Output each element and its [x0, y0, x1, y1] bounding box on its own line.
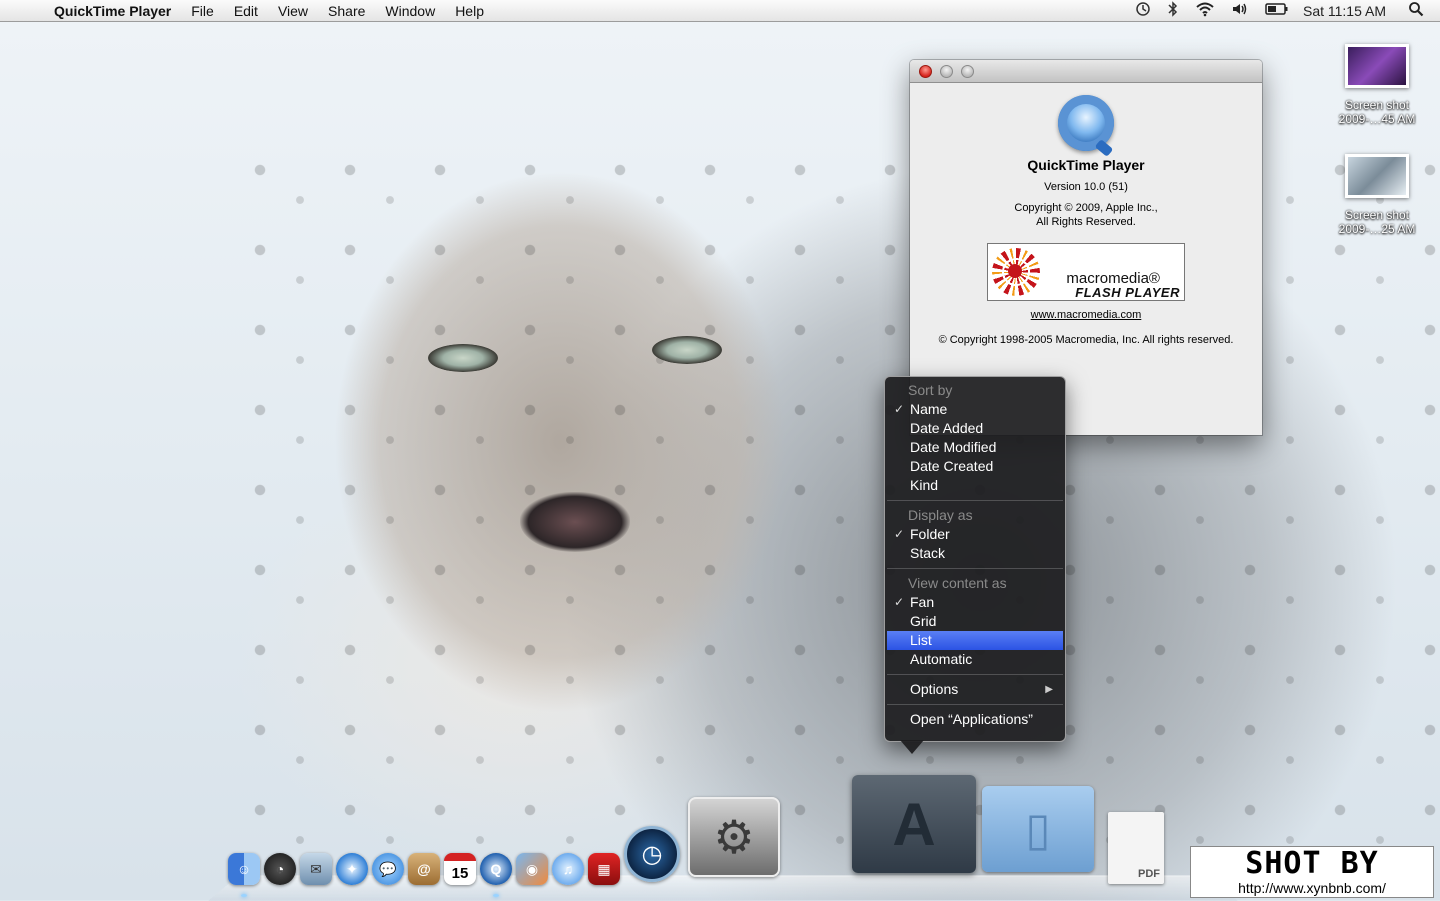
menu-separator — [887, 704, 1063, 705]
sort-name[interactable]: Name — [887, 400, 1063, 419]
sort-date-added[interactable]: Date Added — [887, 419, 1063, 438]
menu-help[interactable]: Help — [445, 0, 494, 22]
menu-separator — [887, 674, 1063, 675]
system-preferences-icon[interactable]: ⚙ — [688, 797, 780, 877]
finder-icon[interactable]: ☺ — [228, 853, 260, 885]
menu-separator — [887, 568, 1063, 569]
menubar-clock[interactable]: Sat 11:15 AM — [1297, 3, 1400, 19]
app-menu[interactable]: QuickTime Player — [46, 3, 181, 19]
time-machine-icon[interactable] — [1127, 1, 1159, 20]
view-fan[interactable]: Fan — [887, 593, 1063, 612]
watermark-title: SHOT BY — [1245, 846, 1379, 881]
sort-kind[interactable]: Kind — [887, 476, 1063, 495]
desktop-file-screenshot-2[interactable]: Screen shot 2009-…25 AM — [1322, 154, 1432, 236]
mail-icon[interactable]: ✉ — [300, 853, 332, 885]
sort-by-header: Sort by — [908, 382, 953, 398]
view-automatic[interactable]: Automatic — [887, 650, 1063, 669]
dashboard-icon[interactable]: ◔ — [264, 853, 296, 885]
screenshot-thumbnail-icon — [1345, 154, 1409, 198]
ical-icon[interactable]: 15 — [444, 853, 476, 885]
open-applications[interactable]: Open “Applications” — [887, 710, 1063, 729]
desktop-file-label: Screen shot 2009-…45 AM — [1338, 98, 1416, 126]
ichat-icon[interactable]: 💬 — [372, 853, 404, 885]
safari-icon[interactable]: ✦ — [336, 853, 368, 885]
flash-burst-center — [1008, 264, 1022, 278]
bluetooth-icon[interactable] — [1159, 1, 1187, 20]
menu-file[interactable]: File — [181, 0, 224, 22]
menu-bar: QuickTime Player File Edit View Share Wi… — [0, 0, 1440, 22]
screenshot-thumbnail-icon — [1345, 44, 1409, 88]
flash-player-logo: macromedia® FLASH PLAYER — [987, 243, 1185, 301]
sort-date-modified[interactable]: Date Modified — [887, 438, 1063, 457]
display-stack[interactable]: Stack — [887, 544, 1063, 563]
display-folder[interactable]: Folder — [887, 525, 1063, 544]
view-content-header: View content as — [908, 575, 1007, 591]
pdf-document-icon[interactable]: PDF — [1108, 812, 1164, 884]
sort-date-created[interactable]: Date Created — [887, 457, 1063, 476]
running-indicator — [493, 894, 499, 897]
battery-icon[interactable] — [1257, 1, 1297, 20]
desktop-file-label: Screen shot 2009-…25 AM — [1338, 208, 1416, 236]
quicktime-icon[interactable]: Q — [480, 853, 512, 885]
watermark: SHOT BY http://www.xynbnb.com/ — [1190, 846, 1434, 898]
wallpaper-detail — [520, 492, 630, 552]
menu-extras: Sat 11:15 AM — [1127, 0, 1440, 22]
address-book-icon[interactable]: @ — [408, 853, 440, 885]
watermark-url: http://www.xynbnb.com/ — [1238, 880, 1386, 896]
app-version: Version 10.0 (51) — [1044, 181, 1128, 193]
zoom-button[interactable] — [961, 65, 974, 78]
time-machine-icon[interactable]: ◷ — [624, 826, 680, 882]
window-titlebar[interactable] — [910, 60, 1262, 83]
desktop-file-screenshot-1[interactable]: Screen shot 2009-…45 AM — [1322, 44, 1432, 126]
spotlight-icon[interactable] — [1400, 1, 1440, 20]
itunes-icon[interactable]: ♫ — [552, 853, 584, 885]
flash-copyright: © Copyright 1998-2005 Macromedia, Inc. A… — [938, 334, 1234, 346]
close-button[interactable] — [919, 65, 932, 78]
iphoto-icon[interactable]: ◉ — [516, 853, 548, 885]
minimize-button[interactable] — [940, 65, 953, 78]
macromedia-link[interactable]: www.macromedia.com — [910, 309, 1262, 321]
menu-separator — [887, 500, 1063, 501]
documents-stack-icon[interactable]: ▯ — [982, 786, 1094, 872]
app-title: QuickTime Player — [1027, 157, 1145, 173]
view-list[interactable]: List — [887, 631, 1063, 650]
wallpaper-detail — [428, 344, 498, 372]
wallpaper-detail — [652, 336, 722, 364]
stack-context-menu: Sort by Name Date Added Date Modified Da… — [884, 376, 1066, 742]
display-as-header: Display as — [908, 507, 973, 523]
menu-edit[interactable]: Edit — [224, 0, 268, 22]
options-submenu[interactable]: Options ▶ — [887, 680, 1063, 699]
menu-view[interactable]: View — [268, 0, 318, 22]
menu-pointer-arrow — [900, 740, 924, 754]
submenu-arrow-icon: ▶ — [1045, 684, 1053, 695]
apple-copyright: Copyright © 2009, Apple Inc., All Rights… — [1014, 202, 1158, 228]
menu-share[interactable]: Share — [318, 0, 375, 22]
quicktime-logo-icon — [1058, 95, 1114, 157]
flash-product-text: FLASH PLAYER — [1075, 285, 1180, 300]
about-content: QuickTime Player Version 10.0 (51) Copyr… — [910, 95, 1262, 347]
volume-icon[interactable] — [1223, 1, 1257, 20]
menu-window[interactable]: Window — [375, 0, 445, 22]
running-indicator — [241, 894, 247, 897]
applications-stack-icon[interactable]: A — [852, 775, 976, 873]
wifi-icon[interactable] — [1187, 1, 1223, 20]
photo-booth-icon[interactable]: ▦ — [588, 853, 620, 885]
options-label: Options — [910, 681, 959, 697]
view-grid[interactable]: Grid — [887, 612, 1063, 631]
